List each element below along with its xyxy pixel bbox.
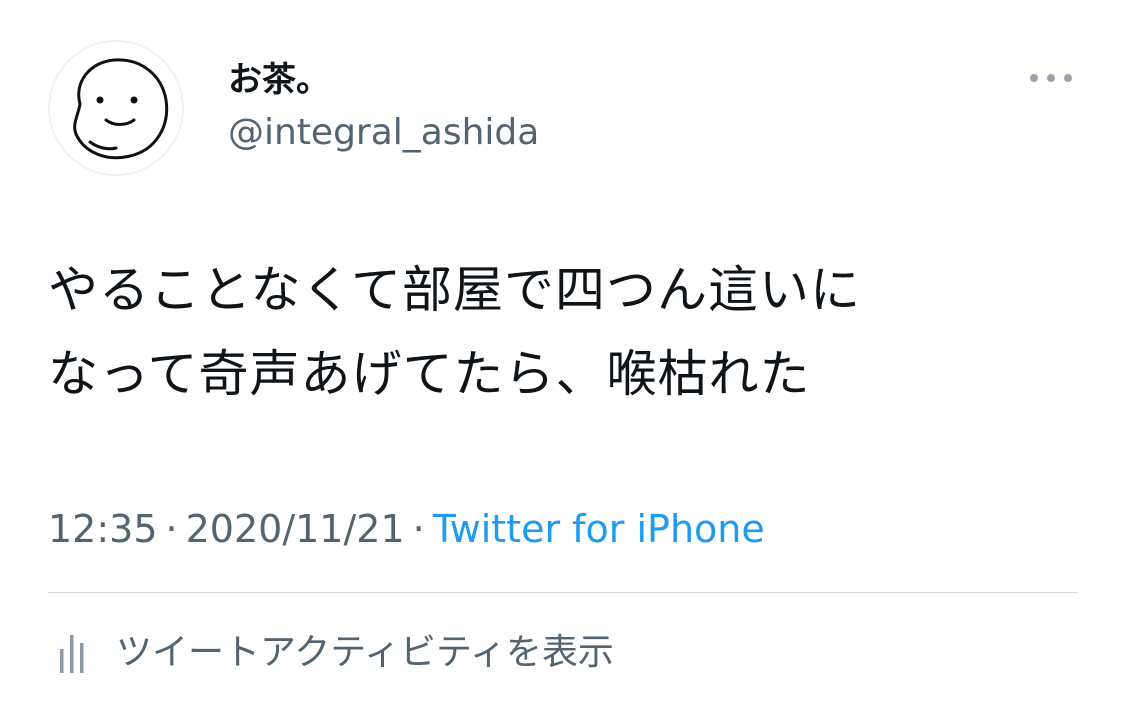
more-options-button[interactable] <box>1026 64 1076 92</box>
tweet-text-line: なって奇声あげてたら、喉枯れた <box>48 345 811 403</box>
tweet-time[interactable]: 12:35 <box>48 507 158 551</box>
meta-separator: · <box>412 507 425 551</box>
tweet-detail: お茶。 @integral_ashida やることなくて部屋で四つん這いに なっ… <box>0 0 1125 705</box>
tweet-activity-button[interactable]: ツイートアクティビティを表示 <box>48 628 614 678</box>
divider <box>48 592 1077 593</box>
tweet-text: やることなくて部屋で四つん這いに なって奇声あげてたら、喉枯れた <box>48 248 1068 416</box>
tweet-source-link[interactable]: Twitter for iPhone <box>433 507 765 551</box>
tweet-activity-label: ツイートアクティビティを表示 <box>116 632 614 673</box>
smiley-face-drawing <box>73 58 169 160</box>
more-horizontal-icon <box>1030 74 1072 82</box>
bar-chart-icon <box>56 631 94 675</box>
tweet-text-line: やることなくて部屋で四つん這いに <box>48 261 861 319</box>
tweet-metadata: 12:35 · 2020/11/21 · Twitter for iPhone <box>48 505 765 553</box>
user-handle[interactable]: @integral_ashida <box>228 110 539 156</box>
tweet-date[interactable]: 2020/11/21 <box>186 507 405 551</box>
avatar[interactable] <box>48 40 184 176</box>
display-name[interactable]: お茶。 <box>228 58 330 102</box>
meta-separator: · <box>165 507 178 551</box>
